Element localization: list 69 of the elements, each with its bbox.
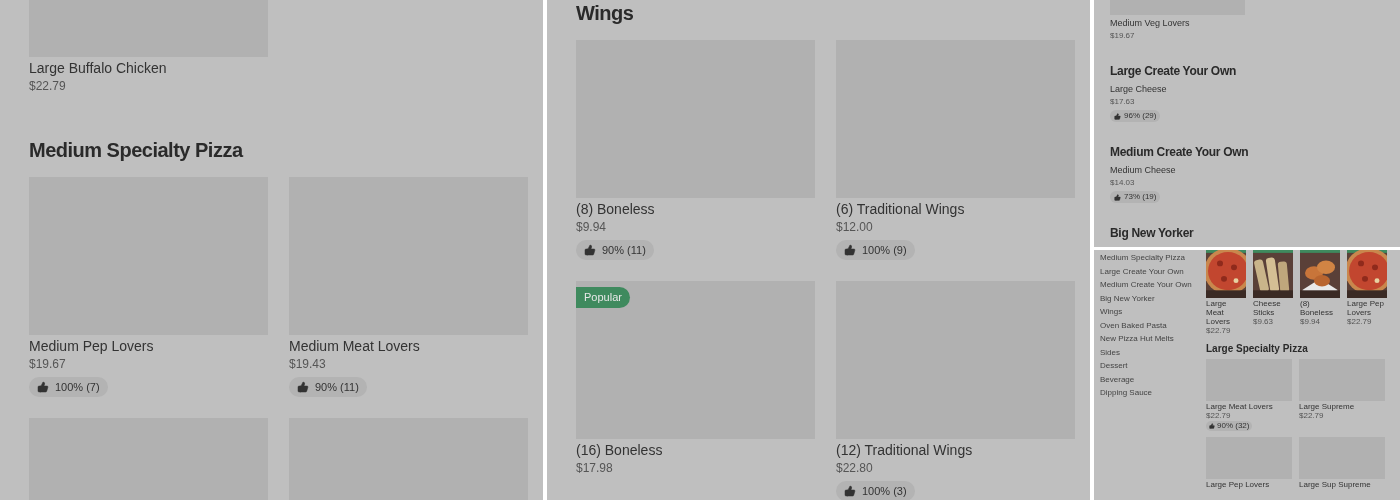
thumbs-up-icon [844, 485, 856, 497]
item-name[interactable]: Large Cheese [1110, 84, 1167, 95]
item-price: $9.94 [576, 219, 607, 235]
item-name[interactable]: Large Pep Lovers [1347, 299, 1387, 317]
item-name[interactable]: (8) Boneless [1300, 299, 1340, 317]
item-price: $22.79 [29, 78, 66, 94]
section-heading: Big New Yorker [1110, 225, 1195, 241]
item-name[interactable]: (6) Traditional Wings [836, 200, 965, 218]
item-name[interactable]: (12) Traditional Wings [836, 441, 973, 459]
popular-badge: Popular [576, 287, 630, 308]
sidebar-item[interactable]: Big New Yorker [1100, 291, 1155, 305]
sidebar-item[interactable]: New Pizza Hut Melts [1100, 332, 1174, 346]
item-name[interactable]: Large Sup Supreme [1299, 480, 1371, 489]
item-price: $9.63 [1253, 317, 1274, 326]
item-name[interactable]: Large Meat Lovers [1206, 402, 1273, 411]
item-price: $19.67 [1110, 31, 1135, 41]
section-heading: Medium Create Your Own [1110, 144, 1250, 160]
item-price: $22.79 [1206, 326, 1231, 335]
item-price: $9.94 [1300, 317, 1321, 326]
sidebar-item[interactable]: Beverage [1100, 372, 1135, 386]
thumbs-up-icon [1209, 423, 1215, 429]
item-name[interactable]: Large Meat Lovers [1206, 299, 1246, 326]
thumbs-up-icon [37, 381, 49, 393]
item-price: $12.00 [836, 219, 873, 235]
sidebar-item[interactable]: Dessert [1100, 359, 1128, 373]
thumbs-up-icon [584, 244, 596, 256]
item-price: $17.98 [576, 460, 613, 476]
item-price: $19.67 [29, 356, 66, 372]
item-price: $14.03 [1110, 178, 1135, 188]
item-price: $22.79 [1206, 411, 1231, 420]
sidebar-item[interactable]: Medium Create Your Own [1100, 278, 1192, 292]
section-heading: Large Create Your Own [1110, 63, 1237, 79]
sidebar-item[interactable]: Wings [1100, 305, 1123, 319]
rating-badge: 73% (19) [1110, 191, 1161, 203]
item-name[interactable]: Medium Meat Lovers [289, 337, 420, 355]
rating-badge: 100% (7) [29, 377, 108, 397]
section-heading: Large Specialty Pizza [1206, 343, 1309, 355]
item-price: $22.79 [1347, 317, 1372, 326]
item-price: $22.79 [1299, 411, 1324, 420]
rating-badge: 100% (3) [836, 481, 915, 500]
sidebar-item[interactable]: Oven Baked Pasta [1100, 318, 1167, 332]
sidebar-item[interactable]: Dipping Sauce [1100, 386, 1153, 400]
thumbs-up-icon [297, 381, 309, 393]
item-name[interactable]: Cheese Sticks [1253, 299, 1293, 317]
rating-badge: 90% (32) [1206, 421, 1253, 431]
item-name[interactable]: Large Buffalo Chicken [29, 59, 167, 77]
rating-badge: 96% (29) [1110, 110, 1161, 122]
item-name[interactable]: (16) Boneless [576, 441, 663, 459]
item-name[interactable]: Medium Cheese [1110, 165, 1176, 176]
thumbs-up-icon [844, 244, 856, 256]
item-price: $22.80 [836, 460, 873, 476]
sidebar-item[interactable]: Large Create Your Own [1100, 264, 1184, 278]
section-heading: Medium Specialty Pizza [29, 138, 245, 163]
thumbs-up-icon [1114, 193, 1121, 201]
section-heading: Wings [576, 1, 635, 26]
item-name[interactable]: Medium Pep Lovers [29, 337, 154, 355]
item-name[interactable]: Large Pep Lovers [1206, 480, 1270, 489]
rating-badge: 90% (11) [289, 377, 367, 397]
sidebar-item[interactable]: Sides [1100, 345, 1120, 359]
thumbs-up-icon [1114, 112, 1121, 120]
item-name[interactable]: (8) Boneless [576, 200, 655, 218]
item-price: $17.63 [1110, 97, 1135, 107]
image-placeholder[interactable] [576, 281, 815, 439]
item-name[interactable]: Large Supreme [1299, 402, 1355, 411]
rating-badge: 100% (9) [836, 240, 915, 260]
item-price: $19.43 [289, 356, 326, 372]
item-name[interactable]: Medium Veg Lovers [1110, 18, 1190, 29]
sidebar-item[interactable]: Medium Specialty Pizza [1100, 251, 1185, 265]
rating-badge: 90% (11) [576, 240, 654, 260]
